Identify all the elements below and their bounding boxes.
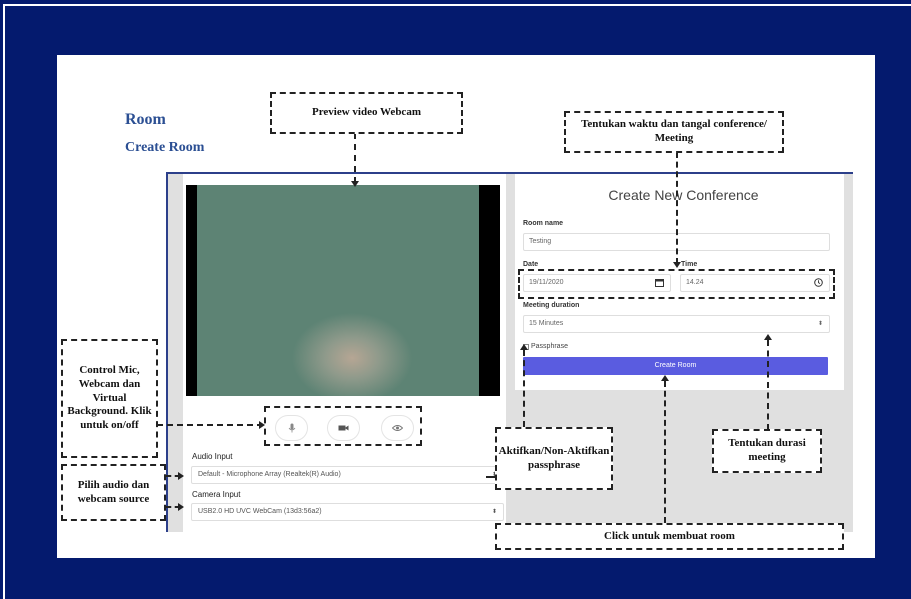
- arrow-passphrase-icon: [520, 344, 528, 350]
- room-name-value: Testing: [529, 238, 552, 245]
- arrow-datetime-icon: [673, 262, 681, 268]
- camera-input-label: Camera Input: [192, 490, 241, 499]
- connector-create: [664, 381, 666, 523]
- callout-preview: Preview video Webcam: [270, 92, 463, 134]
- callout-datetime: Tentukan waktu dan tangal conference/ Me…: [564, 111, 784, 153]
- duration-label: Meeting duration: [523, 302, 580, 309]
- duration-value: 15 Minutes: [529, 320, 564, 327]
- arrow-create-icon: [661, 375, 669, 381]
- heading-create-room: Create Room: [125, 140, 205, 155]
- callout-duration: Tentukan durasi meeting: [712, 429, 822, 473]
- select-caret-icon: ⬍: [817, 321, 823, 327]
- create-room-button[interactable]: Create Room: [523, 357, 828, 375]
- audio-input-label: Audio Input: [192, 452, 233, 461]
- arrow-source-b-icon: [178, 503, 184, 511]
- camera-input-select[interactable]: USB2.0 HD UVC WebCam (13d3:56a2) ⬍: [191, 503, 504, 521]
- connector-duration: [767, 340, 769, 430]
- callout-passphrase: Aktifkan/Non-Aktifkan passphrase: [495, 427, 613, 490]
- arrow-source-a-icon: [178, 472, 184, 480]
- connector-datetime: [676, 152, 678, 264]
- webcam-preview: [186, 185, 500, 396]
- heading-room: Room: [125, 111, 166, 128]
- connector-preview: [354, 133, 356, 183]
- callout-create: Click untuk membuat room: [495, 523, 844, 550]
- webcam-feed: [197, 185, 479, 396]
- callout-controls: Control Mic, Webcam dan Virtual Backgrou…: [61, 339, 158, 458]
- frame-border-left: [3, 4, 5, 599]
- passphrase-label: Passphrase: [531, 343, 568, 350]
- select-caret-icon: ⬍: [491, 509, 497, 515]
- slide: Room Create Room Audio Input Default - M…: [57, 55, 875, 558]
- arrow-controls-icon: [259, 421, 265, 429]
- arrow-duration-icon: [764, 334, 772, 340]
- room-name-label: Room name: [523, 220, 564, 227]
- audio-input-value: Default - Microphone Array (Realtek(R) A…: [198, 471, 341, 478]
- connector-passphrase: [523, 350, 525, 427]
- camera-input-value: USB2.0 HD UVC WebCam (13d3:56a2): [198, 508, 322, 515]
- passphrase-option[interactable]: Passphrase: [523, 343, 568, 350]
- datetime-highlight: [518, 269, 835, 299]
- connector-audio-box: [486, 476, 495, 478]
- frame-border-top: [3, 4, 911, 6]
- time-label: Time: [681, 261, 698, 268]
- audio-input-select[interactable]: Default - Microphone Array (Realtek(R) A…: [191, 466, 504, 484]
- connector-controls: [157, 424, 263, 426]
- arrow-preview-icon: [351, 181, 359, 187]
- controls-highlight: [264, 406, 422, 446]
- date-label: Date: [523, 261, 539, 268]
- conference-title: Create New Conference: [608, 187, 759, 203]
- media-panel: Audio Input Default - Microphone Array (…: [183, 174, 506, 534]
- callout-source: Pilih audio dan webcam source: [61, 464, 166, 521]
- duration-select[interactable]: 15 Minutes ⬍: [523, 315, 830, 333]
